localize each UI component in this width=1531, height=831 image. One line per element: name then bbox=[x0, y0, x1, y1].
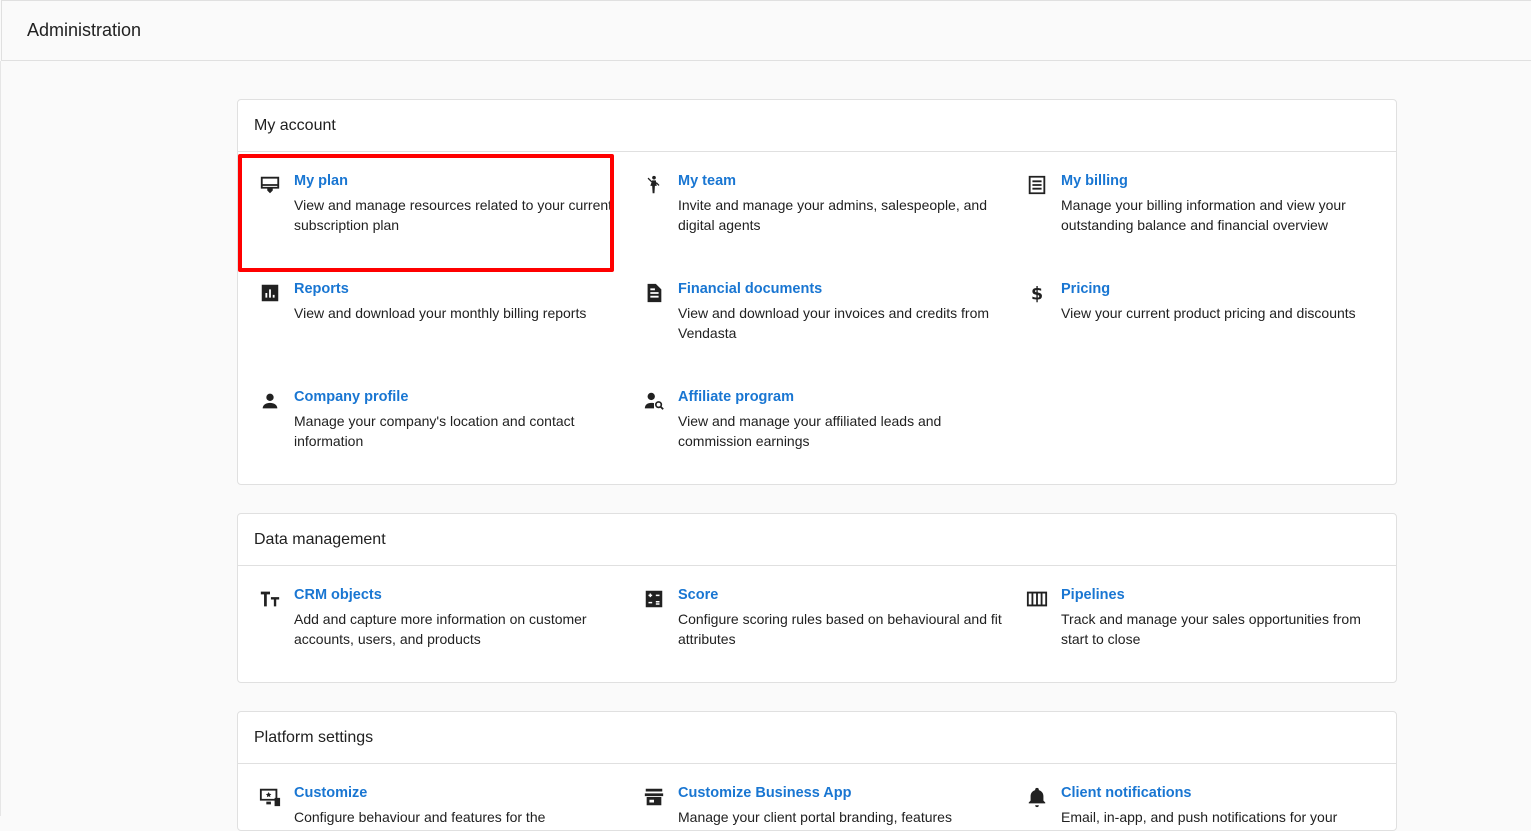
svg-text:$: $ bbox=[1031, 284, 1043, 304]
customize-business-app-description: Manage your client portal branding, feat… bbox=[678, 809, 952, 825]
section-title: Data management bbox=[238, 514, 1396, 566]
plan-icon bbox=[258, 173, 282, 197]
affiliate-program-description: View and manage your affiliated leads an… bbox=[678, 413, 942, 449]
storefront-icon bbox=[642, 785, 666, 809]
section-title: My account bbox=[238, 100, 1396, 152]
client-notifications-description: Email, in-app, and push notifications fo… bbox=[1061, 809, 1338, 825]
page-header: Administration bbox=[1, 0, 1531, 61]
customize-link[interactable]: Customize bbox=[294, 785, 367, 801]
person-icon bbox=[258, 389, 282, 413]
crm-objects-description: Add and capture more information on cust… bbox=[294, 611, 587, 647]
page-title: Administration bbox=[27, 20, 142, 40]
document-icon bbox=[642, 281, 666, 305]
platform-settings-card: Platform settings Customize Configure be… bbox=[237, 711, 1397, 831]
dollar-icon: $ bbox=[1025, 281, 1049, 305]
reports-description: View and download your monthly billing r… bbox=[294, 305, 587, 321]
columns-icon bbox=[1025, 587, 1049, 611]
my-plan-description: View and manage resources related to you… bbox=[294, 197, 613, 233]
my-team-link[interactable]: My team bbox=[678, 173, 736, 189]
my-team-description: Invite and manage your admins, salespeop… bbox=[678, 197, 987, 233]
customize-icon bbox=[258, 785, 282, 809]
data-management-card: Data management CRM objects Add and capt… bbox=[237, 513, 1397, 683]
reports-icon bbox=[258, 281, 282, 305]
financial-documents-description: View and download your invoices and cred… bbox=[678, 305, 990, 341]
pricing-description: View your current product pricing and di… bbox=[1061, 305, 1356, 321]
my-account-card: My account My plan View and manage resou… bbox=[237, 99, 1397, 485]
reports-link[interactable]: Reports bbox=[294, 281, 349, 297]
pricing-link[interactable]: Pricing bbox=[1061, 281, 1110, 297]
my-billing-link[interactable]: My billing bbox=[1061, 173, 1128, 189]
company-profile-link[interactable]: Company profile bbox=[294, 389, 408, 405]
customize-description: Configure behaviour and features for the bbox=[294, 809, 546, 825]
pipelines-link[interactable]: Pipelines bbox=[1061, 587, 1125, 603]
my-plan-link[interactable]: My plan bbox=[294, 173, 348, 189]
score-description: Configure scoring rules based on behavio… bbox=[678, 611, 1002, 647]
affiliate-program-link[interactable]: Affiliate program bbox=[678, 389, 794, 405]
client-notifications-link[interactable]: Client notifications bbox=[1061, 785, 1192, 801]
left-edge-divider bbox=[0, 61, 2, 816]
pipelines-description: Track and manage your sales opportunitie… bbox=[1061, 611, 1361, 647]
calculate-icon bbox=[642, 587, 666, 611]
bell-icon bbox=[1025, 785, 1049, 809]
company-profile-description: Manage your company's location and conta… bbox=[294, 413, 575, 449]
section-title: Platform settings bbox=[238, 712, 1396, 764]
my-billing-description: Manage your billing information and view… bbox=[1061, 197, 1346, 233]
customize-business-app-link[interactable]: Customize Business App bbox=[678, 785, 852, 801]
financial-documents-link[interactable]: Financial documents bbox=[678, 281, 822, 297]
billing-icon bbox=[1025, 173, 1049, 197]
crm-objects-link[interactable]: CRM objects bbox=[294, 587, 382, 603]
text-fields-icon bbox=[258, 587, 282, 611]
score-link[interactable]: Score bbox=[678, 587, 718, 603]
person-search-icon bbox=[642, 389, 666, 413]
team-icon bbox=[642, 173, 666, 197]
